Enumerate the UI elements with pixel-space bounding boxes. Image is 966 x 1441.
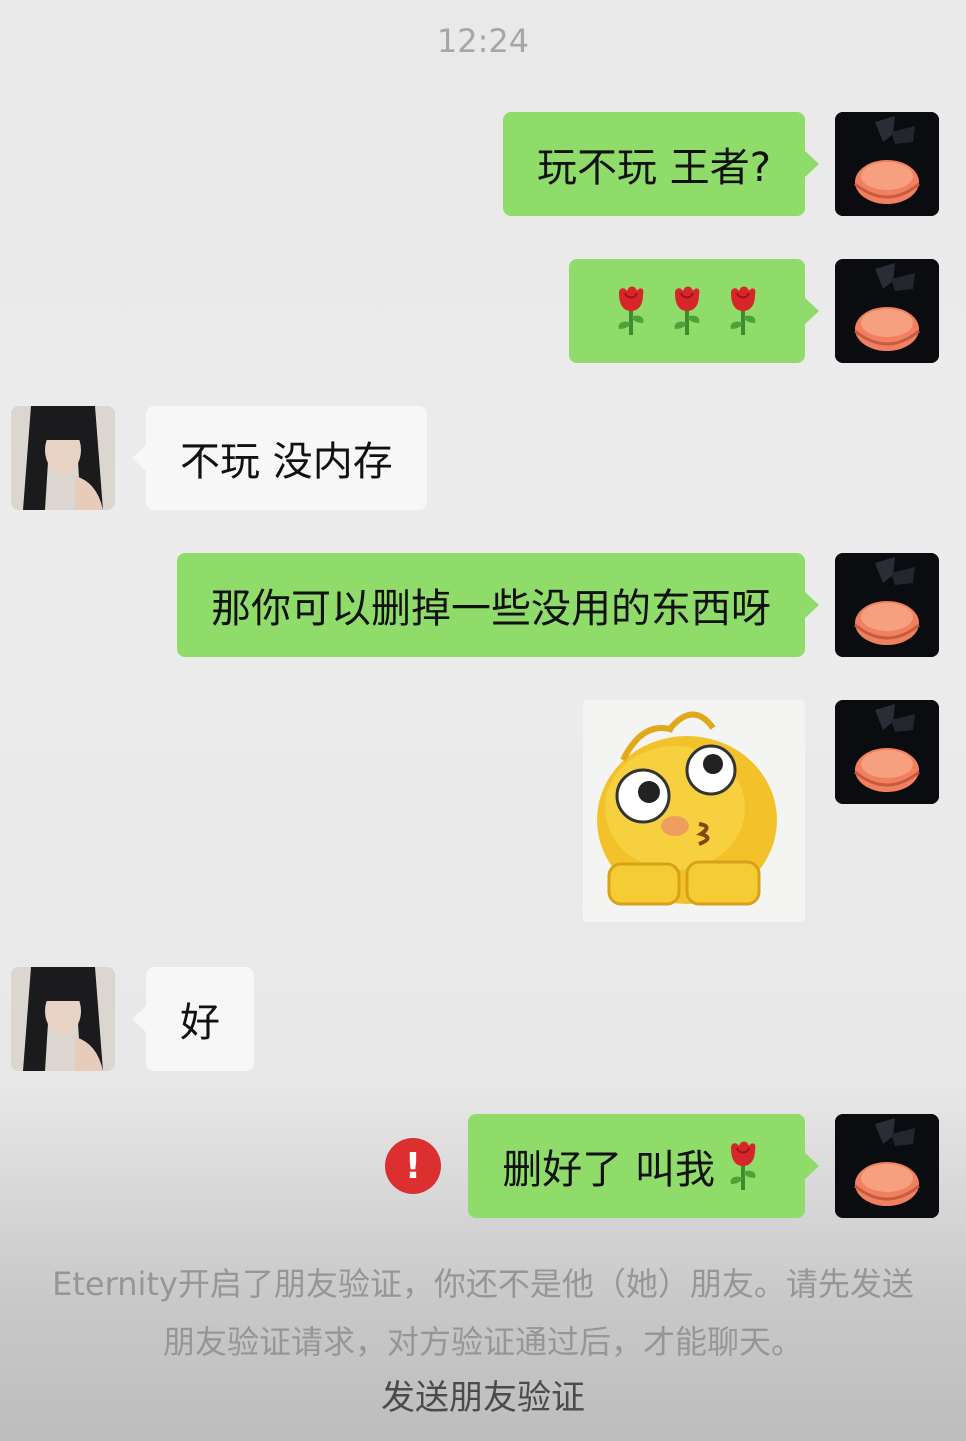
my-avatar[interactable] [835,112,939,216]
yellow-face-emoji-sticker[interactable] [583,700,805,922]
my-avatar[interactable] [835,259,939,363]
my-avatar[interactable] [835,700,939,804]
status-time: 12:24 [436,22,530,60]
rose-emoji-icon [721,1140,765,1192]
rose-emoji-icon [665,285,709,337]
outgoing-message-bubble[interactable]: 那你可以删掉一些没用的东西呀 [177,553,819,657]
contact-avatar[interactable] [11,967,115,1071]
incoming-message-bubble[interactable]: 不玩 没内存 [132,406,427,510]
friend-verification-notice: Eternity开启了朋友验证，你还不是他（她）朋友。请先发送朋友验证请求，对方… [52,1265,914,1361]
send-failed-icon[interactable]: ! [385,1138,441,1194]
send-friend-verification-link[interactable]: 发送朋友验证 [0,1370,966,1419]
rose-emoji-icon [609,285,653,337]
message-text: 删好了 叫我 [502,1147,715,1193]
outgoing-message-bubble[interactable]: 玩不玩 王者? [503,112,819,216]
incoming-message-bubble[interactable]: 好 [132,967,254,1071]
outgoing-emoji-bubble[interactable] [569,259,819,363]
my-avatar[interactable] [835,553,939,657]
rose-emoji-icon [721,285,765,337]
contact-avatar[interactable] [11,406,115,510]
outgoing-message-bubble[interactable]: 删好了 叫我 [468,1114,819,1218]
my-avatar[interactable] [835,1114,939,1218]
